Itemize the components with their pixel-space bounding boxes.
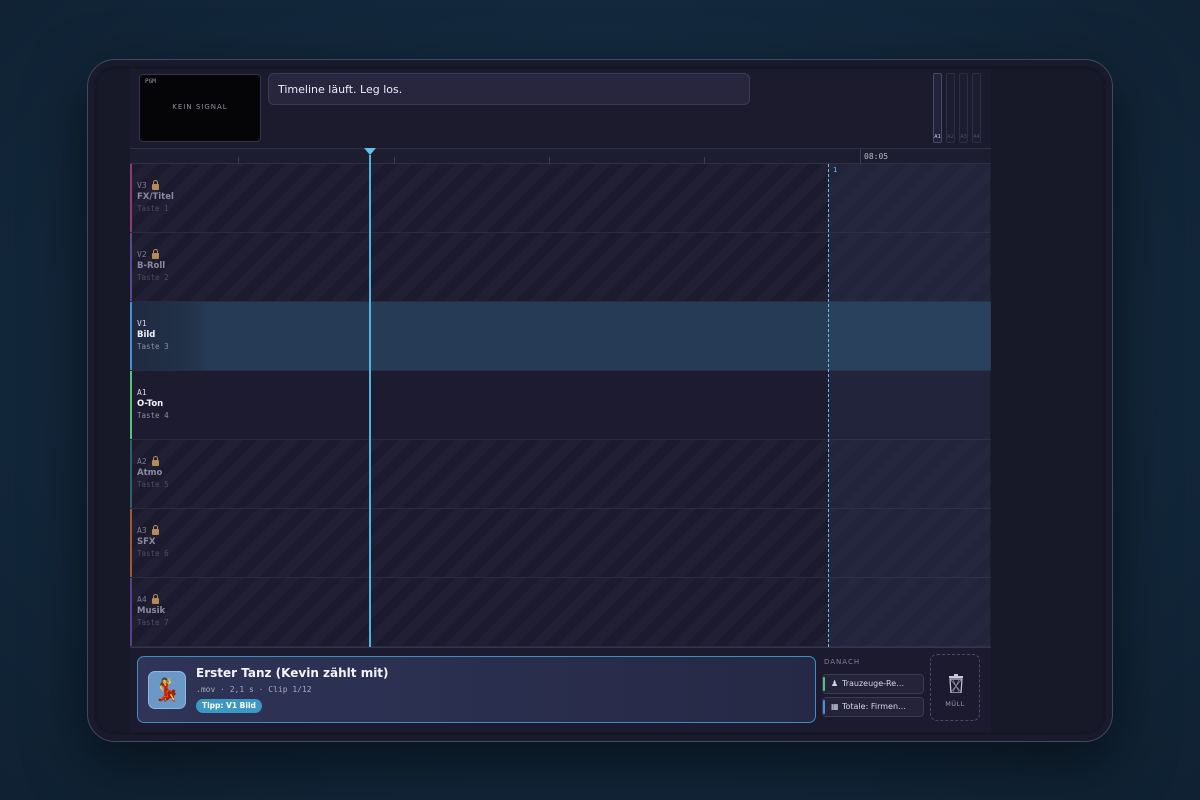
lock-icon xyxy=(151,179,159,190)
ruler-tick xyxy=(549,157,550,164)
track-color-bar xyxy=(130,509,132,577)
trash-label: MÜLL xyxy=(945,700,965,708)
editor-app: PGM KEIN SIGNAL Timeline läuft. Leg los.… xyxy=(130,69,991,732)
track-header: V1 Bild Taste 3 xyxy=(137,319,169,351)
lock-icon xyxy=(151,248,159,259)
meter-label: A1 xyxy=(934,134,941,140)
next-clip-item[interactable]: ▦ Totale: Firmen… xyxy=(822,697,924,717)
meter-a4: A4 xyxy=(972,73,981,143)
trash-drop-zone[interactable]: MÜLL xyxy=(930,654,980,721)
status-message: Timeline läuft. Leg los. xyxy=(268,73,750,105)
timeline-ruler[interactable]: 08:05 xyxy=(130,148,991,164)
program-monitor: PGM KEIN SIGNAL xyxy=(139,74,261,142)
playhead[interactable] xyxy=(369,155,371,647)
marker-number: 1 xyxy=(833,166,838,174)
track-id: V1 xyxy=(137,319,147,328)
person-icon: ♟ xyxy=(831,679,839,688)
building-icon: ▦ xyxy=(831,702,839,711)
track-color-bar xyxy=(130,440,132,508)
track-key: Taste 1 xyxy=(137,204,169,213)
next-clip-text: Trauzeuge-Re… xyxy=(842,679,905,688)
ruler-tick xyxy=(704,157,705,164)
meter-a1: A1 xyxy=(933,73,942,143)
screen: PGM KEIN SIGNAL Timeline läuft. Leg los.… xyxy=(97,69,1103,732)
next-clip-color-bar xyxy=(823,700,825,714)
clip-meta: .mov · 2,1 s · Clip 1/12 xyxy=(196,685,312,694)
track-name: B-Roll xyxy=(137,261,166,271)
meter-label: A2 xyxy=(947,134,954,140)
track-key: Taste 5 xyxy=(137,480,169,489)
next-clip-item[interactable]: ♟ Trauzeuge-Re… xyxy=(822,674,924,694)
track-key: Taste 6 xyxy=(137,549,169,558)
next-clip-text: Totale: Firmen… xyxy=(842,702,907,711)
track-color-bar xyxy=(130,233,132,301)
meter-label: A4 xyxy=(973,134,980,140)
track-key: Taste 2 xyxy=(137,273,169,282)
playhead-handle-icon[interactable] xyxy=(364,148,376,155)
meter-a2: A2 xyxy=(946,73,955,143)
track-id: A1 xyxy=(137,388,147,397)
lock-icon xyxy=(151,524,159,535)
track-header: V3 FX/Titel Taste 1 xyxy=(137,179,174,213)
audio-meters: A1 A2 A3 A4 xyxy=(933,73,983,143)
track-color-bar xyxy=(130,164,132,232)
track-id: A2 xyxy=(137,457,147,466)
monitor-label: PGM xyxy=(145,78,156,85)
lock-icon xyxy=(151,593,159,604)
trash-icon xyxy=(949,674,963,693)
next-clip-color-bar xyxy=(823,677,825,691)
track-id: A3 xyxy=(137,526,147,535)
track-name: Bild xyxy=(137,330,156,340)
track-name: Atmo xyxy=(137,468,163,478)
marker-line xyxy=(828,164,829,647)
timecode: 08:05 xyxy=(860,149,888,164)
track-id: V2 xyxy=(137,250,147,259)
track-name: FX/Titel xyxy=(137,192,174,202)
monitor-status: KEIN SIGNAL xyxy=(172,103,228,111)
clip-thumbnail-dancer-icon: 💃 xyxy=(148,671,186,709)
ruler-tick xyxy=(394,157,395,164)
clip-title: Erster Tanz (Kevin zählt mit) xyxy=(196,666,389,680)
track-name: SFX xyxy=(137,537,156,547)
track-name: O-Ton xyxy=(137,399,164,409)
track-color-bar xyxy=(130,302,132,370)
track-key: Taste 3 xyxy=(137,342,169,351)
track-header: V2 B-Roll Taste 2 xyxy=(137,248,169,282)
track-key: Taste 7 xyxy=(137,618,169,627)
clip-tip-badge: Tipp: V1 Bild xyxy=(196,699,262,713)
track-id: A4 xyxy=(137,595,147,604)
track-color-bar xyxy=(130,371,132,439)
track-key: Taste 4 xyxy=(137,411,169,420)
meter-a3: A3 xyxy=(959,73,968,143)
clip-panel: 💃 Erster Tanz (Kevin zählt mit) .mov · 2… xyxy=(130,647,991,732)
lock-icon xyxy=(151,455,159,466)
track-header: A1 O-Ton Taste 4 xyxy=(137,388,169,420)
track-header: A3 SFX Taste 6 xyxy=(137,524,169,558)
track-id: V3 xyxy=(137,181,147,190)
next-label: DANACH xyxy=(824,658,861,666)
header: PGM KEIN SIGNAL Timeline läuft. Leg los.… xyxy=(130,69,991,148)
track-header: A4 Musik Taste 7 xyxy=(137,593,169,627)
ruler-tick xyxy=(238,157,239,164)
track-header: A2 Atmo Taste 5 xyxy=(137,455,169,489)
drop-zone[interactable] xyxy=(828,164,990,647)
track-name: Musik xyxy=(137,606,166,616)
track-color-bar xyxy=(130,578,132,646)
current-clip-card[interactable]: 💃 Erster Tanz (Kevin zählt mit) .mov · 2… xyxy=(137,656,816,723)
meter-label: A3 xyxy=(960,134,967,140)
